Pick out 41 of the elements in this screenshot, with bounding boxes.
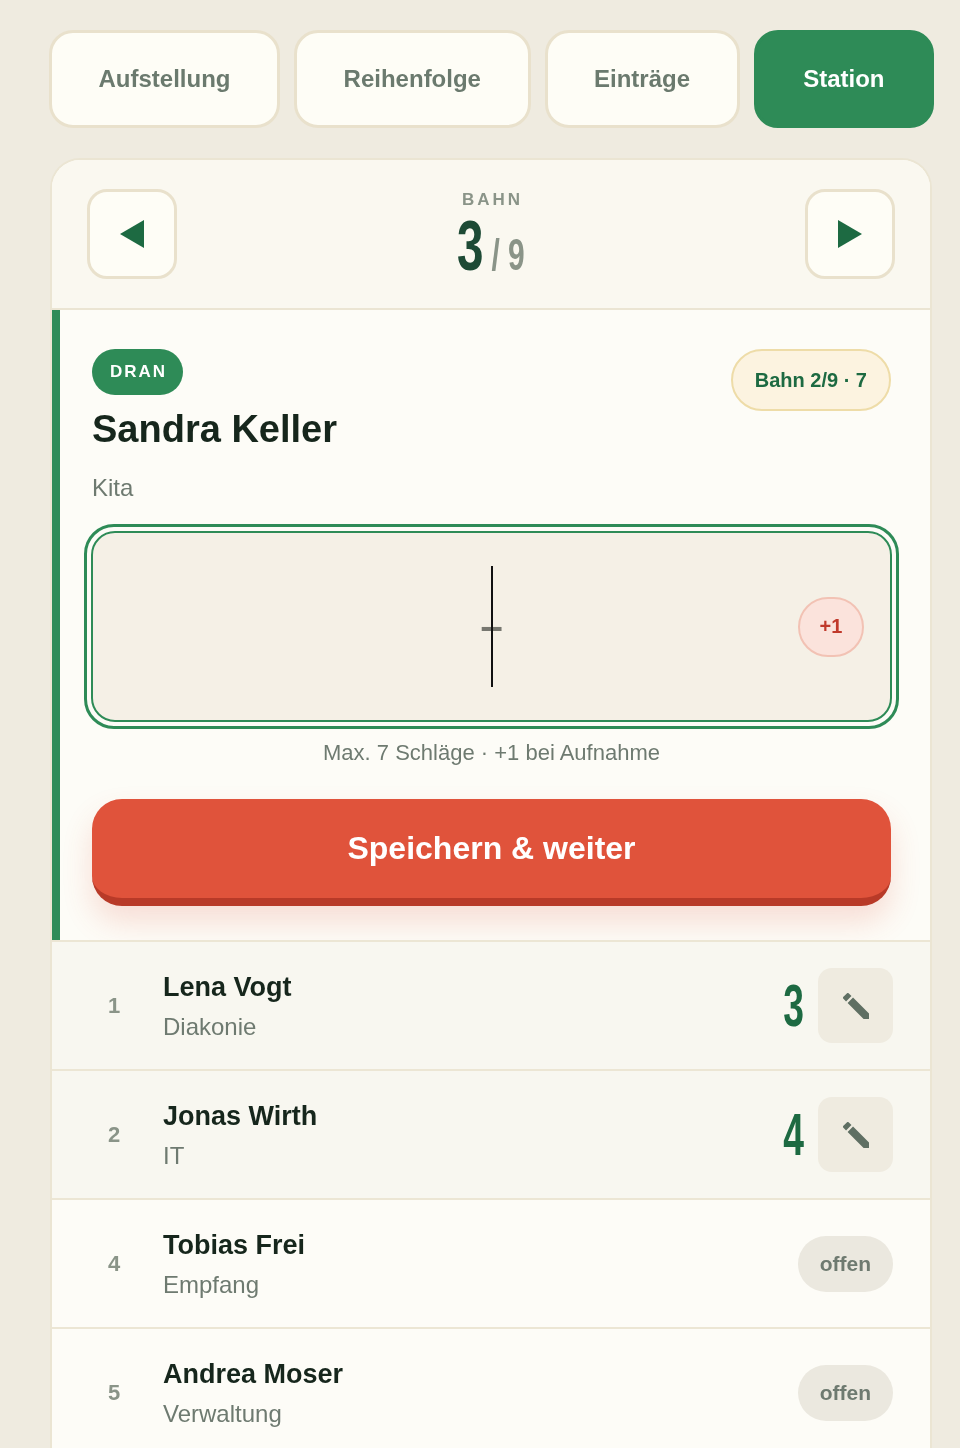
player-team: Empfang (163, 1269, 260, 1300)
player-team: Diakonie (163, 1011, 257, 1042)
lane-separator: / (491, 233, 501, 277)
pencil-icon (842, 1121, 869, 1148)
lane-current-number: 3 (457, 214, 484, 278)
row-number: 4 (106, 1250, 122, 1277)
player-row[interactable]: 2 Jonas Wirth IT 4 (52, 1069, 930, 1198)
tab[interactable]: Station (753, 30, 934, 128)
pencil-icon (842, 992, 869, 1019)
edit-button[interactable] (818, 1097, 893, 1172)
open-status-badge: offen (797, 1364, 893, 1421)
edit-button[interactable] (818, 968, 893, 1043)
player-name: Lena Vogt (163, 970, 292, 1004)
progress-badge: Bahn 2/9 · 7 (730, 349, 891, 411)
player-name: Jonas Wirth (163, 1099, 318, 1133)
player-team: IT (163, 1140, 185, 1171)
tab[interactable]: Aufstellung (49, 30, 281, 128)
left-triangle-icon (120, 220, 144, 248)
right-triangle-icon (838, 220, 862, 248)
next-lane-button[interactable] (805, 189, 895, 279)
player-team: Kita (92, 473, 134, 503)
lane-label: BAHN (460, 190, 524, 210)
row-number: 2 (106, 1121, 122, 1148)
lane-total-number: 9 (508, 233, 525, 277)
turn-badge: DRAN (92, 349, 184, 395)
previous-lane-button[interactable] (87, 189, 177, 279)
save-next-button[interactable]: Speichern & weiter (92, 799, 891, 906)
bonus-button[interactable]: +1 (798, 596, 864, 657)
tab[interactable]: Einträge (544, 30, 740, 128)
score-value: 4 (782, 1104, 804, 1165)
row-number: 5 (106, 1379, 122, 1406)
row-number: 1 (106, 992, 122, 1019)
open-status-badge: offen (797, 1235, 893, 1292)
tab[interactable]: Reihenfolge (294, 30, 531, 128)
player-name: Tobias Frei (163, 1228, 306, 1262)
player-row[interactable]: 1 Lena Vogt Diakonie 3 (52, 940, 930, 1069)
player-name: Sandra Keller (92, 407, 337, 451)
hint-text: Max. 7 Schläge · +1 bei Aufnahme (322, 739, 661, 767)
player-name: Andrea Moser (163, 1357, 344, 1391)
player-team: Verwaltung (163, 1398, 282, 1429)
score-value: 3 (782, 975, 804, 1036)
